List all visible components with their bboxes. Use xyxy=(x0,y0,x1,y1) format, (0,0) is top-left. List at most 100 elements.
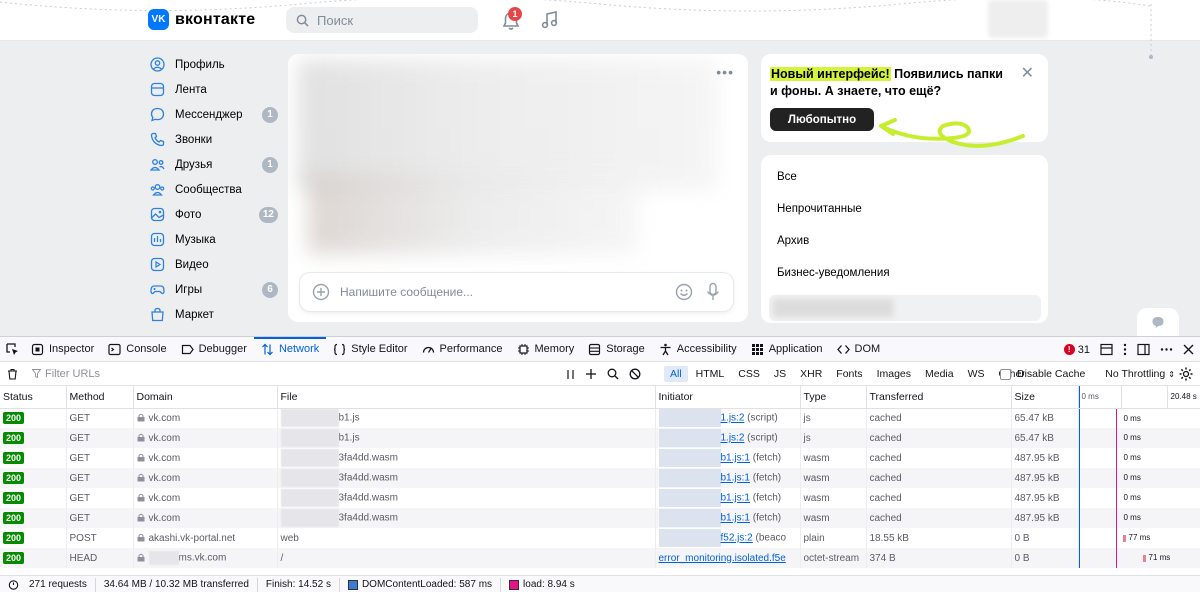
column-header-file[interactable]: File xyxy=(277,386,656,409)
overflow-menu-icon[interactable] xyxy=(1160,343,1173,356)
initiator-kind: (fetch) xyxy=(749,512,782,524)
sidebar-item[interactable]: Звонки xyxy=(148,127,278,152)
sidebar-item[interactable]: Видео xyxy=(148,252,278,277)
column-header-transferred[interactable]: Transferred xyxy=(866,386,1012,409)
search-box[interactable] xyxy=(286,7,478,33)
initiator-link[interactable]: b1.js:1 xyxy=(721,473,750,484)
vk-logo[interactable]: VK вконтакте xyxy=(148,9,255,30)
sidebar-item[interactable]: Друзья 1 xyxy=(148,152,278,177)
more-options-icon[interactable]: ••• xyxy=(716,64,734,80)
initiator-link[interactable]: error_monitoring.isolated.f5e xyxy=(659,553,786,564)
sidebar-item[interactable]: Фото 12 xyxy=(148,202,278,227)
sidebar-item[interactable]: Профиль xyxy=(148,52,278,77)
file-cell: 3fa4dd.wasm xyxy=(277,488,656,508)
gear-icon[interactable] xyxy=(1178,366,1194,382)
dock-side-icon[interactable] xyxy=(1137,343,1150,356)
initiator-link[interactable]: b1.js:1 xyxy=(721,493,750,504)
close-icon[interactable]: ✕ xyxy=(1021,66,1034,82)
tab-storage[interactable]: Storage xyxy=(581,337,652,361)
filter-urls[interactable] xyxy=(32,367,552,380)
filter-urls-input[interactable] xyxy=(45,367,445,380)
column-header-initiator[interactable]: Initiator xyxy=(655,386,801,409)
type-filter-xhr[interactable]: XHR xyxy=(794,366,828,382)
sidebar-item[interactable]: Мессенджер 1 xyxy=(148,102,278,127)
tab-dom[interactable]: DOM xyxy=(830,337,888,361)
request-row[interactable]: 200 GET vk.com 3fa4dd.wasm b1.js:1 (fetch) wa… xyxy=(0,488,1200,508)
column-header-size[interactable]: Size xyxy=(1011,386,1079,409)
emoji-icon[interactable] xyxy=(675,283,693,301)
add-request-plus-icon[interactable] xyxy=(585,368,597,380)
request-row[interactable]: 200 POST akashi.vk-portal.net web f52.js:2 (… xyxy=(0,528,1200,548)
request-row[interactable]: 200 GET vk.com 3fa4dd.wasm b1.js:1 (fetch) wa… xyxy=(0,508,1200,528)
type-filter-media[interactable]: Media xyxy=(919,366,960,382)
clear-trash-icon[interactable] xyxy=(0,368,24,380)
initiator-link[interactable]: b1.js:1 xyxy=(721,453,750,464)
friends-icon xyxy=(150,159,165,171)
tab-network[interactable]: Network xyxy=(253,337,327,361)
video-icon xyxy=(150,257,165,272)
column-header-status[interactable]: Status xyxy=(0,386,67,409)
type-filter-html[interactable]: HTML xyxy=(690,366,731,382)
initiator-link[interactable]: b1.js:1 xyxy=(721,513,750,524)
tab-debugger[interactable]: Debugger xyxy=(174,337,254,361)
block-requests-icon[interactable] xyxy=(629,368,641,380)
sidebar-item[interactable]: Сообщества xyxy=(148,177,278,202)
avatar[interactable] xyxy=(988,0,1048,38)
blurred-folder[interactable] xyxy=(769,295,1041,321)
type-filter-js[interactable]: JS xyxy=(768,366,792,382)
music-player-icon[interactable] xyxy=(540,10,560,30)
initiator-link[interactable]: f52.js:2 xyxy=(721,533,753,544)
folder-item[interactable]: Архив xyxy=(761,225,1048,257)
pause-icon[interactable] xyxy=(566,369,575,380)
request-row[interactable]: 200 HEAD ms.vk.com / error_monitoring.isolat… xyxy=(0,548,1200,568)
search-requests-icon[interactable] xyxy=(607,368,619,380)
request-row[interactable]: 200 GET vk.com b1.js 1.js:2 (script) js cached… xyxy=(0,408,1200,428)
tab-application[interactable]: Application xyxy=(744,337,830,361)
column-header-method[interactable]: Method xyxy=(66,386,134,409)
domain-cell: vk.com xyxy=(133,428,278,448)
throttling-select[interactable]: No Throttling ⇕ xyxy=(1105,368,1175,380)
type-filter-ws[interactable]: WS xyxy=(962,366,991,382)
initiator-link[interactable]: 1.js:2 xyxy=(721,433,745,444)
type-filter-fonts[interactable]: Fonts xyxy=(830,366,868,382)
close-devtools-icon[interactable] xyxy=(1183,344,1194,355)
sidebar-item[interactable]: Лента xyxy=(148,77,278,102)
type-filter-all[interactable]: All xyxy=(664,366,688,382)
request-row[interactable]: 200 GET vk.com b1.js 1.js:2 (script) js cached… xyxy=(0,428,1200,448)
folder-item[interactable]: Бизнес-уведомления xyxy=(761,257,1048,289)
method-cell: GET xyxy=(66,408,134,428)
column-header-type[interactable]: Type xyxy=(800,386,867,409)
more-menu-icon[interactable] xyxy=(1123,343,1127,356)
request-row[interactable]: 200 GET vk.com 3fa4dd.wasm b1.js:1 (fetch) wa… xyxy=(0,448,1200,468)
column-header-domain[interactable]: Domain xyxy=(133,386,278,409)
column-header-waterfall[interactable]: 0 ms 20.48 s xyxy=(1078,386,1200,409)
split-console-icon[interactable] xyxy=(1100,343,1113,356)
tab-console[interactable]: Console xyxy=(101,337,173,361)
tab-memory[interactable]: Memory xyxy=(510,337,582,361)
tab-accessibility[interactable]: Accessibility xyxy=(652,337,744,361)
attach-plus-icon[interactable] xyxy=(312,283,330,301)
element-picker-icon[interactable] xyxy=(0,337,24,361)
error-count-badge[interactable]: ! 31 xyxy=(1063,344,1090,356)
search-input[interactable] xyxy=(317,12,457,28)
curious-button[interactable]: Любопытно xyxy=(770,108,874,131)
initiator-link[interactable]: 1.js:2 xyxy=(721,413,745,424)
initiator-cell: f52.js:2 (beaco xyxy=(655,528,801,548)
tab-inspector[interactable]: Inspector xyxy=(24,337,101,361)
message-input[interactable] xyxy=(340,285,660,299)
feed-icon xyxy=(150,82,165,97)
folder-item[interactable]: Все xyxy=(761,161,1048,193)
type-filter-images[interactable]: Images xyxy=(871,366,917,382)
disable-cache-checkbox[interactable] xyxy=(1000,368,1011,380)
folder-item[interactable]: Непрочитанные xyxy=(761,193,1048,225)
file-cell: 3fa4dd.wasm xyxy=(277,468,656,488)
sidebar-item[interactable]: Маркет xyxy=(148,302,278,327)
chat-bubble-button[interactable] xyxy=(1137,308,1179,336)
type-filter-css[interactable]: CSS xyxy=(732,366,766,382)
sidebar-item[interactable]: Музыка xyxy=(148,227,278,252)
sidebar-item[interactable]: Игры 6 xyxy=(148,277,278,302)
tab-style-editor[interactable]: Style Editor xyxy=(326,337,414,361)
request-row[interactable]: 200 GET vk.com 3fa4dd.wasm b1.js:1 (fetch) wa… xyxy=(0,468,1200,488)
microphone-icon[interactable] xyxy=(705,282,721,302)
tab-performance[interactable]: Performance xyxy=(415,337,510,361)
